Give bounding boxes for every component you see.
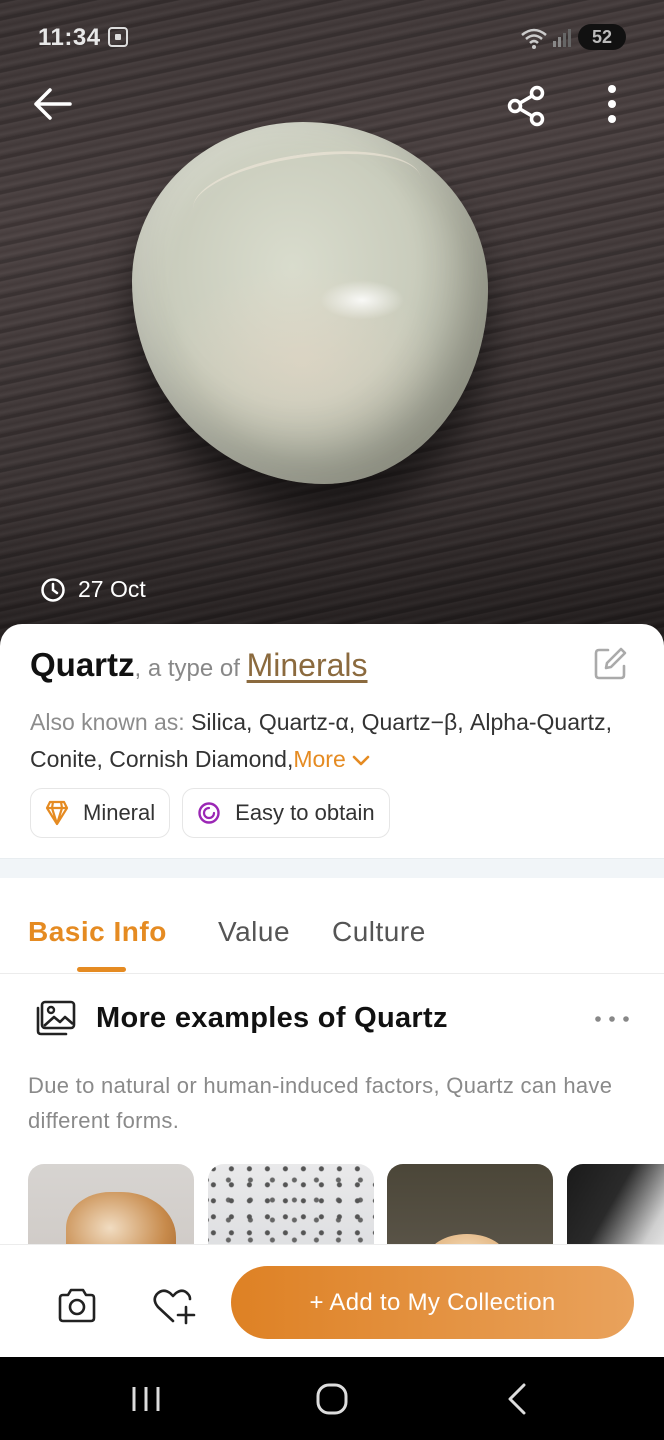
status-time: 11:34 [38,24,101,51]
stone-vein [187,138,427,250]
vertical-dots-icon [608,85,616,123]
share-icon [507,85,545,127]
title-row: Quartz, a type of Minerals [30,646,630,690]
back-button[interactable] [24,76,80,132]
tag-easy-to-obtain[interactable]: Easy to obtain [182,788,390,838]
section-divider [0,858,664,878]
specimen-photo[interactable] [0,0,664,650]
clock-icon [41,577,65,602]
horizontal-dots-icon[interactable] [594,1014,630,1024]
ring-icon [198,802,220,824]
section-title: More examples of Quartz [96,1002,448,1034]
tag-label: Mineral [83,800,156,825]
quartz-stone-image [132,122,488,484]
share-button[interactable] [498,78,554,134]
status-bar: 11:34 52 [0,18,664,58]
tab-bar: Basic Info Value Culture [0,878,664,974]
camera-icon[interactable] [56,1285,98,1327]
more-names-link[interactable]: More [293,746,345,772]
tab-basic-info[interactable]: Basic Info [28,916,167,948]
screenshot-icon [108,27,128,47]
more-options-button[interactable] [584,76,640,132]
system-navigation-bar [0,1357,664,1440]
back-nav-icon[interactable] [498,1381,538,1417]
type-prefix: , a type of [134,655,247,682]
edit-icon[interactable] [592,646,628,682]
wifi-icon [521,28,547,49]
home-icon[interactable] [312,1381,352,1417]
gem-icon [45,800,69,826]
arrow-left-icon [34,88,72,120]
heart-plus-icon[interactable] [152,1285,196,1327]
also-known-as: Also known as: Silica, Quartz-α, Quartz−… [30,704,640,778]
add-to-collection-button[interactable]: + Add to My Collection [231,1266,634,1339]
signal-icon [553,29,571,47]
aka-label: Also known as: [30,709,192,735]
active-tab-indicator [77,967,126,972]
section-description: Due to natural or human-induced factors,… [28,1073,613,1133]
more-examples-header: More examples of Quartz [36,1000,636,1040]
gallery-icon [36,1000,76,1036]
capture-date: 27 Oct [40,576,146,603]
tag-label: Easy to obtain [235,800,375,825]
tag-list: Mineral Easy to obtain [30,788,390,838]
date-text: 27 Oct [78,576,146,602]
recent-apps-icon[interactable] [126,1381,166,1417]
battery-indicator: 52 [578,24,626,50]
bottom-action-bar: + Add to My Collection [0,1244,664,1357]
tab-culture[interactable]: Culture [332,916,426,948]
chevron-down-icon[interactable] [352,755,370,767]
tab-value[interactable]: Value [218,916,290,948]
tag-mineral[interactable]: Mineral [30,788,171,838]
category-link[interactable]: Minerals [247,647,368,683]
specimen-name: Quartz [30,646,135,683]
